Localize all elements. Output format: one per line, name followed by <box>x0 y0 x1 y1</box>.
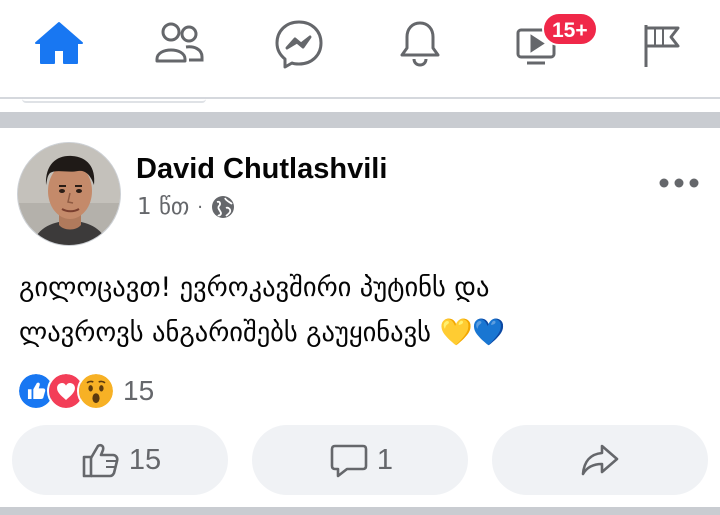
globe-icon <box>212 196 235 218</box>
feed-divider-bottom <box>0 507 720 515</box>
friends-icon <box>155 22 204 63</box>
post-meta: 1 წთ · <box>137 192 235 222</box>
nav-watch[interactable]: 15+ <box>508 12 598 74</box>
comment-icon <box>330 444 368 478</box>
notification-badge: 15+ <box>542 12 598 46</box>
post-time[interactable]: 1 წთ <box>137 194 189 220</box>
comment-count: 1 <box>376 443 394 476</box>
feed-divider <box>0 112 720 128</box>
messenger-icon <box>275 20 323 69</box>
meta-separator: · <box>197 196 204 218</box>
nav-notifications[interactable] <box>390 14 450 74</box>
flag-icon <box>644 25 680 67</box>
post-text-line: ლავროვს ანგარიშებს გაუყინავს 💛💙 <box>19 317 506 348</box>
nav-friends[interactable] <box>149 14 209 74</box>
bell-icon <box>400 21 440 67</box>
reaction-count: 15 <box>123 375 155 406</box>
author-name[interactable]: David Chutlashvili <box>136 153 387 186</box>
post-text: გილოცავთ! ევროკავშირი პუტინს და ლავროვს … <box>19 265 709 355</box>
like-button[interactable]: 15 <box>12 425 228 495</box>
more-icon <box>659 178 699 188</box>
share-icon <box>581 444 619 476</box>
thumbs-up-icon <box>82 443 119 478</box>
reactions-summary[interactable]: 15 <box>17 371 154 411</box>
nav-messenger[interactable] <box>269 14 329 74</box>
avatar[interactable] <box>17 142 121 246</box>
wow-icon <box>77 372 115 410</box>
top-nav: 15+ <box>0 0 720 96</box>
nav-pages[interactable] <box>630 14 690 74</box>
profile-photo <box>18 143 120 245</box>
post: David Chutlashvili 1 წთ · გილოცავთ! ევრო… <box>0 128 720 507</box>
like-count: 15 <box>128 443 162 476</box>
comment-button[interactable]: 1 <box>252 425 468 495</box>
post-text-line: გილოცავთ! ევროკავშირი პუტინს და <box>19 272 490 303</box>
more-options-button[interactable] <box>654 168 704 198</box>
share-button[interactable] <box>492 425 708 495</box>
nav-home[interactable] <box>29 14 89 74</box>
home-icon <box>35 22 83 64</box>
previous-post-edge <box>22 99 206 103</box>
